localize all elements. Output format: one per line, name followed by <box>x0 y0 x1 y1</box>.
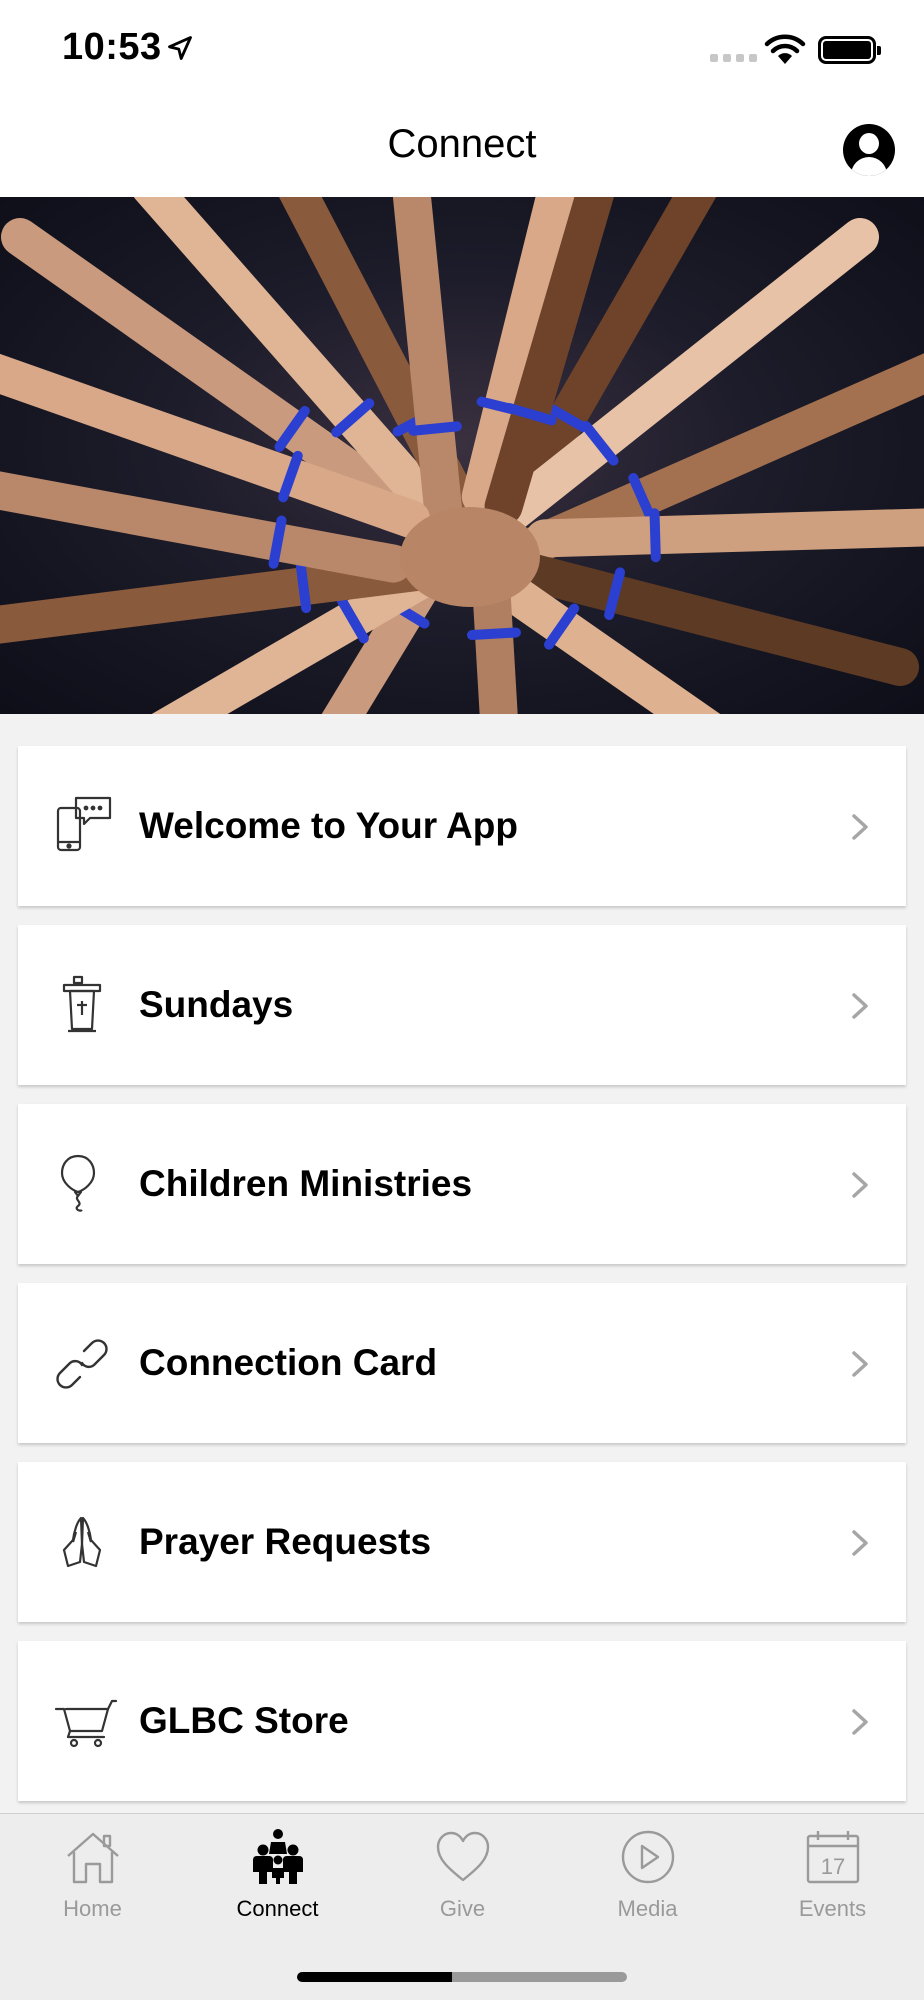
battery-icon <box>818 36 881 64</box>
nav-header: Connect <box>0 100 924 197</box>
home-icon <box>67 1832 119 1884</box>
tab-label: Give <box>439 1896 486 1921</box>
tab-home[interactable]: Home <box>0 1814 185 1944</box>
tab-give[interactable]: Give <box>370 1814 555 1944</box>
menu-item-label: GLBC Store <box>139 1700 349 1741</box>
menu-item-label: Children Ministries <box>139 1163 473 1204</box>
menu-item-label: Sundays <box>139 984 294 1025</box>
tab-label: Media <box>617 1896 678 1921</box>
tab-media[interactable]: Media <box>555 1814 740 1944</box>
menu-item-label: Prayer Requests <box>139 1521 432 1562</box>
tab-label: Connect <box>236 1896 319 1921</box>
menu-item-sundays[interactable]: Sundays <box>18 925 906 1085</box>
menu-item-prayer-requests[interactable]: Prayer Requests <box>18 1462 906 1622</box>
hero-image <box>0 197 924 714</box>
wifi-icon <box>764 34 806 64</box>
tab-connect[interactable]: Connect <box>185 1814 370 1944</box>
menu-item-connection-card[interactable]: Connection Card <box>18 1283 906 1443</box>
page-title: Connect <box>387 122 537 166</box>
profile-icon[interactable] <box>843 124 895 176</box>
cellular-signal-icon <box>710 54 757 62</box>
balloon-icon <box>60 1154 96 1212</box>
home-indicator[interactable] <box>297 1972 627 1982</box>
connect-menu-list: Welcome to Your App Sundays Children Min… <box>18 746 906 1820</box>
shopping-cart-icon <box>54 1699 118 1748</box>
chevron-right-icon <box>852 1709 868 1735</box>
menu-item-welcome[interactable]: Welcome to Your App <box>18 746 906 906</box>
calendar-day: 17 <box>821 1854 845 1879</box>
hero-wristband <box>466 627 521 641</box>
chevron-right-icon <box>852 1530 868 1556</box>
chevron-right-icon <box>852 814 868 840</box>
people-icon <box>253 1829 303 1884</box>
menu-item-label: Connection Card <box>139 1342 438 1383</box>
menu-item-label: Welcome to Your App <box>139 805 518 846</box>
hero-hands-center <box>400 507 540 607</box>
menu-item-glbc-store[interactable]: GLBC Store <box>18 1641 906 1801</box>
tab-label: Events <box>798 1896 867 1921</box>
chevron-right-icon <box>852 1172 868 1198</box>
heart-icon <box>436 1831 490 1882</box>
calendar-icon: 17 <box>806 1831 860 1884</box>
location-arrow-icon <box>168 36 192 60</box>
status-bar: 10:53 <box>0 0 924 100</box>
hero-arm <box>472 574 518 714</box>
praying-hands-icon <box>62 1516 102 1568</box>
pulpit-icon <box>62 975 102 1033</box>
status-time: 10:53 <box>62 26 162 68</box>
hero-arm <box>525 508 924 558</box>
hero-wristband <box>649 508 661 563</box>
phone-chat-icon <box>56 796 112 852</box>
chevron-right-icon <box>852 1351 868 1377</box>
link-icon <box>56 1339 108 1389</box>
chevron-right-icon <box>852 993 868 1019</box>
hero-wristband <box>408 421 462 436</box>
tab-label: Home <box>63 1896 122 1921</box>
play-icon <box>621 1830 675 1884</box>
hero-wristband <box>295 559 312 614</box>
tab-events[interactable]: 17 Events <box>740 1814 924 1944</box>
menu-item-children-ministries[interactable]: Children Ministries <box>18 1104 906 1264</box>
